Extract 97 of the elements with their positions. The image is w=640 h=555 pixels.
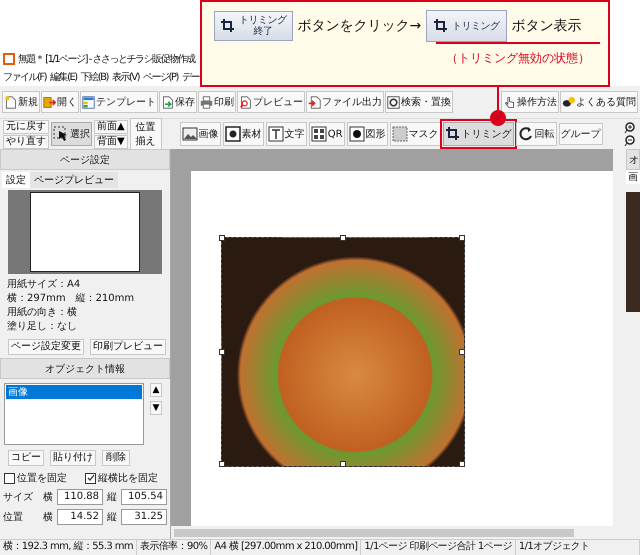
page-info-text: 用紙サイズ：A4 — [7, 278, 82, 292]
page-info-text: 横：297mm 縦：210mm — [7, 292, 136, 306]
menu-item[interactable]: 表示(V) — [112, 70, 140, 84]
material-icon — [224, 126, 241, 142]
panel-button[interactable]: ページ設定変更 — [8, 339, 84, 355]
toolbar-button[interactable]: 開く — [41, 91, 79, 113]
rotate-icon — [518, 126, 534, 142]
field-label: 縦 — [107, 511, 117, 524]
help-button[interactable]: 操作方法 — [501, 91, 559, 113]
menu-item[interactable]: 編集(E) — [50, 70, 77, 84]
panel-button[interactable]: 印刷プレビュー — [90, 339, 166, 355]
checkbox[interactable] — [85, 472, 96, 484]
input-field[interactable]: 14.52 — [57, 509, 103, 525]
field-label: 横 — [43, 510, 53, 524]
image-icon — [182, 126, 198, 142]
bring-forward-button[interactable]: 前面▲ — [94, 120, 128, 134]
status-text: 横：192.3 mm, 縦：55.3 mm — [0, 540, 137, 555]
send-backward-button[interactable]: 背面▼ — [94, 134, 128, 148]
text-tool-icon — [268, 126, 284, 142]
zoom-in-icon[interactable] — [624, 122, 637, 134]
tab[interactable]: ページプレビュー — [30, 172, 118, 188]
field-label: 位置 — [3, 510, 24, 524]
window-title: 無題＊ [1/1ページ] - ささっとチラシ販促物作成 — [18, 52, 195, 66]
list-item[interactable]: 画像 — [6, 385, 142, 399]
input-field[interactable]: 105.54 — [121, 489, 167, 505]
cursor-icon — [53, 126, 69, 142]
panel-header: ページ設定 — [0, 149, 170, 170]
status-text: 表示倍率：90% — [136, 540, 212, 555]
object-list[interactable]: 画像 — [4, 383, 144, 445]
tool-button[interactable]: 文字 — [266, 122, 307, 146]
redo-button[interactable]: やり直す — [3, 134, 49, 148]
order-button[interactable]: ▲ — [150, 383, 162, 397]
tool-button[interactable]: グループ — [558, 123, 603, 145]
toolbar-button[interactable]: 印刷 — [198, 91, 236, 113]
select-tool-button[interactable]: 選択 — [51, 122, 92, 146]
checkbox-label: 縦横比を固定 — [98, 472, 158, 485]
menu-item[interactable]: ファイル(F) — [3, 70, 46, 84]
tool-button[interactable]: マスク — [390, 122, 441, 146]
tool-button[interactable]: QR — [308, 122, 345, 146]
object-button[interactable]: 貼り付け — [50, 450, 96, 466]
crop-icon — [444, 126, 461, 142]
toolbar-button[interactable]: 新規 — [2, 91, 40, 113]
mask-icon — [392, 126, 408, 142]
status-text: 1/1オブジェクト — [516, 540, 640, 555]
input-field[interactable]: 110.88 — [57, 489, 103, 505]
crop-icon — [220, 18, 236, 34]
object-button[interactable]: 削除 — [102, 450, 130, 466]
field-label: 横 — [43, 490, 53, 504]
page-info-text: 用紙の向き：横 — [7, 306, 78, 320]
page-info-text: 塗り足し：なし — [7, 320, 78, 334]
export-icon — [308, 96, 321, 108]
menu-item[interactable]: デー — [182, 70, 199, 84]
checkbox[interactable] — [4, 472, 15, 484]
toolbar-button[interactable]: テンプレート — [80, 91, 158, 113]
callout-text: ボタンをクリック→ — [298, 17, 422, 35]
page-icon — [4, 96, 17, 108]
object-button[interactable]: コピー — [8, 450, 44, 466]
tool-button[interactable]: トリミング — [442, 122, 514, 146]
crop-icon — [433, 18, 450, 34]
circle-shape-icon — [348, 126, 365, 142]
align-button[interactable]: 位置揃え — [130, 118, 162, 150]
zoom-out-icon[interactable] — [624, 134, 637, 146]
save-icon — [161, 96, 174, 108]
tool-button[interactable]: 回転 — [516, 122, 557, 146]
field-label: 縦 — [107, 491, 117, 504]
toolbar-button[interactable]: 検索・置換 — [385, 91, 453, 113]
magnifier-page-icon — [239, 96, 252, 108]
callout-text: ボタン表示 — [512, 17, 582, 35]
undo-button[interactable]: 元に戻す — [3, 120, 49, 134]
toolbar-button[interactable]: ファイル出力 — [306, 91, 384, 113]
input-field[interactable]: 31.25 — [121, 509, 167, 525]
menu-item[interactable]: ページ(P) — [143, 70, 178, 84]
tool-button[interactable]: 素材 — [222, 122, 264, 146]
tool-button[interactable]: 画像 — [180, 122, 221, 146]
tool-button[interactable]: 図形 — [346, 122, 388, 146]
tab[interactable]: 設定 — [2, 172, 30, 188]
pizza-photo-placeholder[interactable] — [221, 237, 465, 467]
toolbar-button[interactable]: 保存 — [159, 91, 197, 113]
panel-header: オ — [626, 149, 640, 170]
tab[interactable]: 画 — [626, 170, 640, 184]
status-text: A4 横 [297.00mm x 210.00mm] — [211, 540, 362, 555]
menu-item[interactable]: 下絵(B) — [80, 70, 108, 84]
app-icon — [3, 53, 15, 65]
callout-note: （トリミング無効の状態） — [436, 42, 600, 67]
checkbox-label: 位置を固定 — [17, 472, 67, 485]
field-label: サイズ — [3, 491, 34, 504]
panel-header: オブジェクト情報 — [0, 358, 170, 379]
hand-icon — [503, 96, 516, 108]
toolbar-button[interactable]: プレビュー — [237, 91, 305, 113]
status-text: 1/1ページ 印刷ページ合計 1ページ — [361, 540, 516, 555]
qr-code-icon — [310, 126, 327, 142]
printer-icon — [200, 96, 213, 108]
horizontal-scrollbar[interactable] — [171, 526, 626, 539]
help-button[interactable]: よくある質問 — [560, 91, 638, 113]
folder-icon — [43, 96, 56, 108]
template-icon — [82, 96, 95, 108]
order-button[interactable]: ▼ — [150, 401, 162, 415]
